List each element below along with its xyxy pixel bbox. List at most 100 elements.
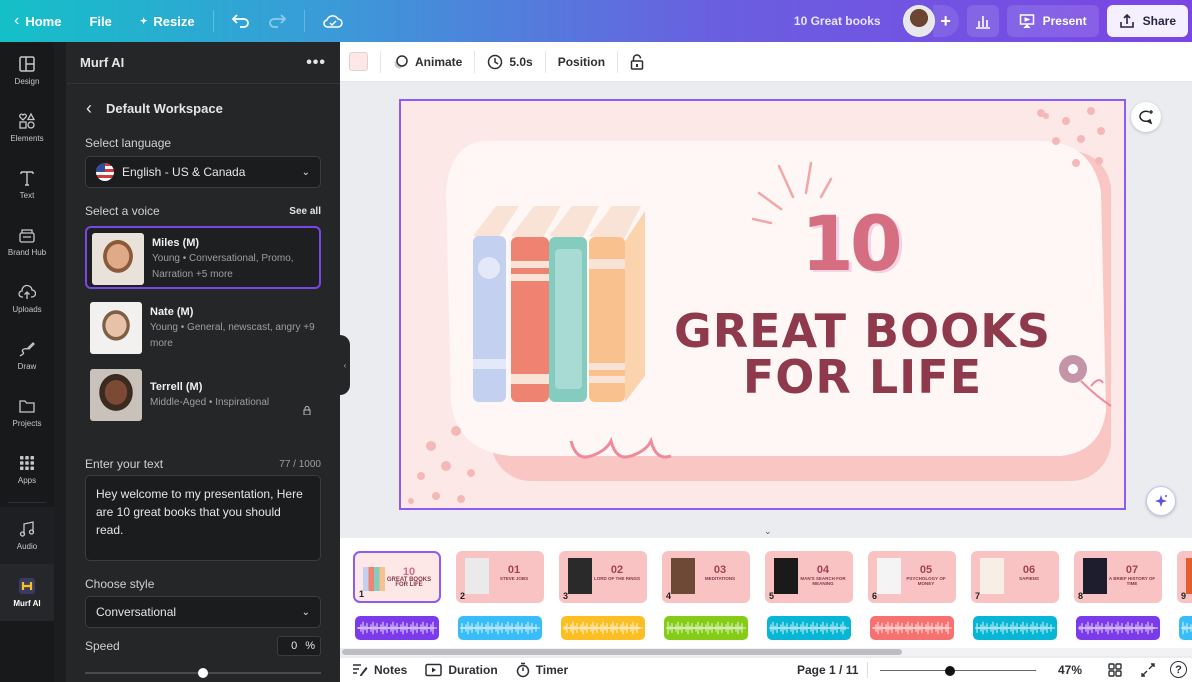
slide-title-line-1[interactable]: GREAT BOOKS bbox=[671, 307, 1054, 355]
voice-option-terrell[interactable]: Terrell (M) Middle-Aged • Inspirational bbox=[85, 364, 321, 427]
resize-label: Resize bbox=[153, 13, 195, 29]
page-number: 9 bbox=[1181, 591, 1187, 601]
apps-grid-icon bbox=[20, 456, 34, 470]
insights-button[interactable] bbox=[966, 5, 999, 37]
nav-label: Murf AI bbox=[13, 599, 41, 608]
scrollbar-thumb[interactable] bbox=[342, 649, 902, 655]
language-value: English - US & Canada bbox=[122, 165, 246, 179]
audio-track[interactable] bbox=[561, 616, 645, 640]
nav-uploads[interactable]: Uploads bbox=[0, 270, 54, 327]
timer-button[interactable]: Timer bbox=[516, 662, 568, 678]
page-thumbnail[interactable]: 01 STEVE JOBS 2 bbox=[456, 551, 544, 603]
animate-button[interactable]: Animate bbox=[381, 42, 474, 82]
resize-button[interactable]: ✦ Resize bbox=[126, 0, 209, 42]
file-menu-button[interactable]: File bbox=[75, 0, 125, 42]
add-collaborator-button[interactable]: + bbox=[932, 5, 959, 37]
audio-track[interactable] bbox=[458, 616, 542, 640]
nav-apps[interactable]: Apps bbox=[0, 441, 54, 498]
thumbnail-number: 05 bbox=[919, 564, 933, 576]
fullscreen-button[interactable] bbox=[1141, 663, 1155, 680]
document-title[interactable]: 10 Great books bbox=[794, 14, 881, 28]
nav-elements[interactable]: Elements bbox=[0, 99, 54, 156]
page-thumbnail[interactable]: 02 LORD OF THE RINGS 3 bbox=[559, 551, 647, 603]
nav-murf-ai[interactable]: Murf AI bbox=[0, 564, 54, 621]
grid-view-button[interactable] bbox=[1108, 663, 1122, 680]
see-all-link[interactable]: See all bbox=[289, 206, 321, 217]
speed-slider-thumb[interactable] bbox=[198, 668, 208, 678]
home-button[interactable]: ‹ Home bbox=[0, 0, 75, 42]
lock-button[interactable] bbox=[618, 42, 656, 82]
language-select[interactable]: English - US & Canada ⌄ bbox=[85, 156, 321, 188]
page-thumbnail[interactable]: 07 A BRIEF HISTORY OF TIME 8 bbox=[1074, 551, 1162, 603]
expand-notes-chevron[interactable]: ⌄ bbox=[764, 526, 772, 537]
duration-toggle-button[interactable]: Duration bbox=[425, 663, 498, 677]
slide-title-line-2[interactable]: FOR LIFE bbox=[671, 353, 1054, 401]
nav-label: Apps bbox=[17, 476, 37, 485]
script-textarea[interactable]: Hey welcome to my presentation, Here are… bbox=[85, 475, 321, 561]
duration-button[interactable]: 5.0s bbox=[475, 42, 544, 82]
voice-option-miles[interactable]: Miles (M) Young • Conversational, Promo,… bbox=[85, 226, 321, 289]
thumbnail-title: 05 PSYCHOLOGY OF MONEY bbox=[902, 564, 950, 587]
collapse-panel-button[interactable]: ‹ bbox=[340, 335, 350, 395]
slide-number-text[interactable]: 10 bbox=[801, 199, 903, 288]
audio-track[interactable] bbox=[973, 616, 1057, 640]
more-options-icon[interactable]: ••• bbox=[306, 54, 326, 72]
audio-track[interactable] bbox=[870, 616, 954, 640]
speed-slider[interactable] bbox=[85, 668, 321, 678]
divider bbox=[8, 502, 46, 503]
page-thumbnail[interactable]: 10 GREAT BOOKS FOR LIFE 1 bbox=[353, 551, 441, 603]
nav-text[interactable]: Text bbox=[0, 156, 54, 213]
save-status-button[interactable] bbox=[309, 0, 357, 42]
slide-canvas[interactable]: 10 GREAT BOOKS FOR LIFE bbox=[399, 99, 1126, 510]
notes-button[interactable]: Notes bbox=[352, 663, 407, 677]
page-indicator[interactable]: Page 1 / 11 bbox=[797, 663, 858, 677]
book-cover-image bbox=[465, 558, 489, 594]
audio-track[interactable] bbox=[1076, 616, 1160, 640]
page-thumbnail[interactable]: 04 MAN'S SEARCH FOR MEANING 5 bbox=[765, 551, 853, 603]
share-button[interactable]: Share bbox=[1106, 5, 1188, 37]
help-button[interactable]: ? bbox=[1170, 661, 1187, 678]
position-button[interactable]: Position bbox=[546, 42, 617, 82]
voice-option-nate[interactable]: Nate (M) Young • General, newscast, angr… bbox=[85, 297, 321, 360]
thumbnail-book-title: STEVE JOBS bbox=[499, 576, 529, 581]
audio-track[interactable] bbox=[767, 616, 851, 640]
nav-brand-hub[interactable]: Brand Hub bbox=[0, 213, 54, 270]
nav-draw[interactable]: Draw bbox=[0, 327, 54, 384]
user-avatar[interactable] bbox=[902, 5, 935, 37]
stopwatch-icon bbox=[516, 662, 529, 678]
page-thumbnail[interactable]: 03 MEDITATIONS 4 bbox=[662, 551, 750, 603]
nav-label: Design bbox=[14, 77, 40, 86]
page-thumbnail[interactable]: 06 SAPIENS 7 bbox=[971, 551, 1059, 603]
zoom-slider-thumb[interactable] bbox=[945, 666, 956, 676]
add-comment-button[interactable] bbox=[1131, 102, 1161, 132]
nav-audio[interactable]: Audio bbox=[0, 507, 54, 564]
books-mini-illustration bbox=[363, 567, 385, 591]
audio-track[interactable] bbox=[664, 616, 748, 640]
page-thumbnail[interactable]: 05 PSYCHOLOGY OF MONEY 6 bbox=[868, 551, 956, 603]
magic-assistant-button[interactable] bbox=[1146, 486, 1176, 516]
back-chevron-icon[interactable]: ‹ bbox=[86, 98, 92, 119]
speed-unit: % bbox=[305, 640, 315, 652]
thumbnail-number: 03 bbox=[713, 564, 727, 576]
nav-projects[interactable]: Projects bbox=[0, 384, 54, 441]
waveform-icon bbox=[1078, 621, 1158, 635]
background-color-swatch[interactable] bbox=[349, 52, 368, 71]
thumbnail-number: 06 bbox=[1022, 564, 1036, 576]
undo-button[interactable] bbox=[218, 0, 264, 42]
zoom-slider[interactable] bbox=[880, 666, 1036, 676]
divider bbox=[867, 662, 868, 678]
audio-track[interactable] bbox=[355, 616, 439, 640]
style-select[interactable]: Conversational ⌄ bbox=[85, 596, 321, 628]
book-cover-image bbox=[774, 558, 798, 594]
redo-button[interactable] bbox=[264, 0, 300, 42]
zoom-percentage[interactable]: 47% bbox=[1058, 663, 1082, 677]
speed-input[interactable]: 0 % bbox=[277, 636, 321, 656]
nav-design[interactable]: Design bbox=[0, 42, 54, 99]
position-label: Position bbox=[557, 54, 606, 69]
page-thumbnail[interactable]: 9 bbox=[1177, 551, 1192, 603]
audio-track[interactable] bbox=[1179, 616, 1192, 640]
page-number: 2 bbox=[460, 591, 466, 601]
thumbnail-scrollbar[interactable] bbox=[342, 648, 1192, 656]
present-button[interactable]: Present bbox=[1006, 5, 1099, 37]
expand-icon bbox=[1141, 663, 1155, 677]
